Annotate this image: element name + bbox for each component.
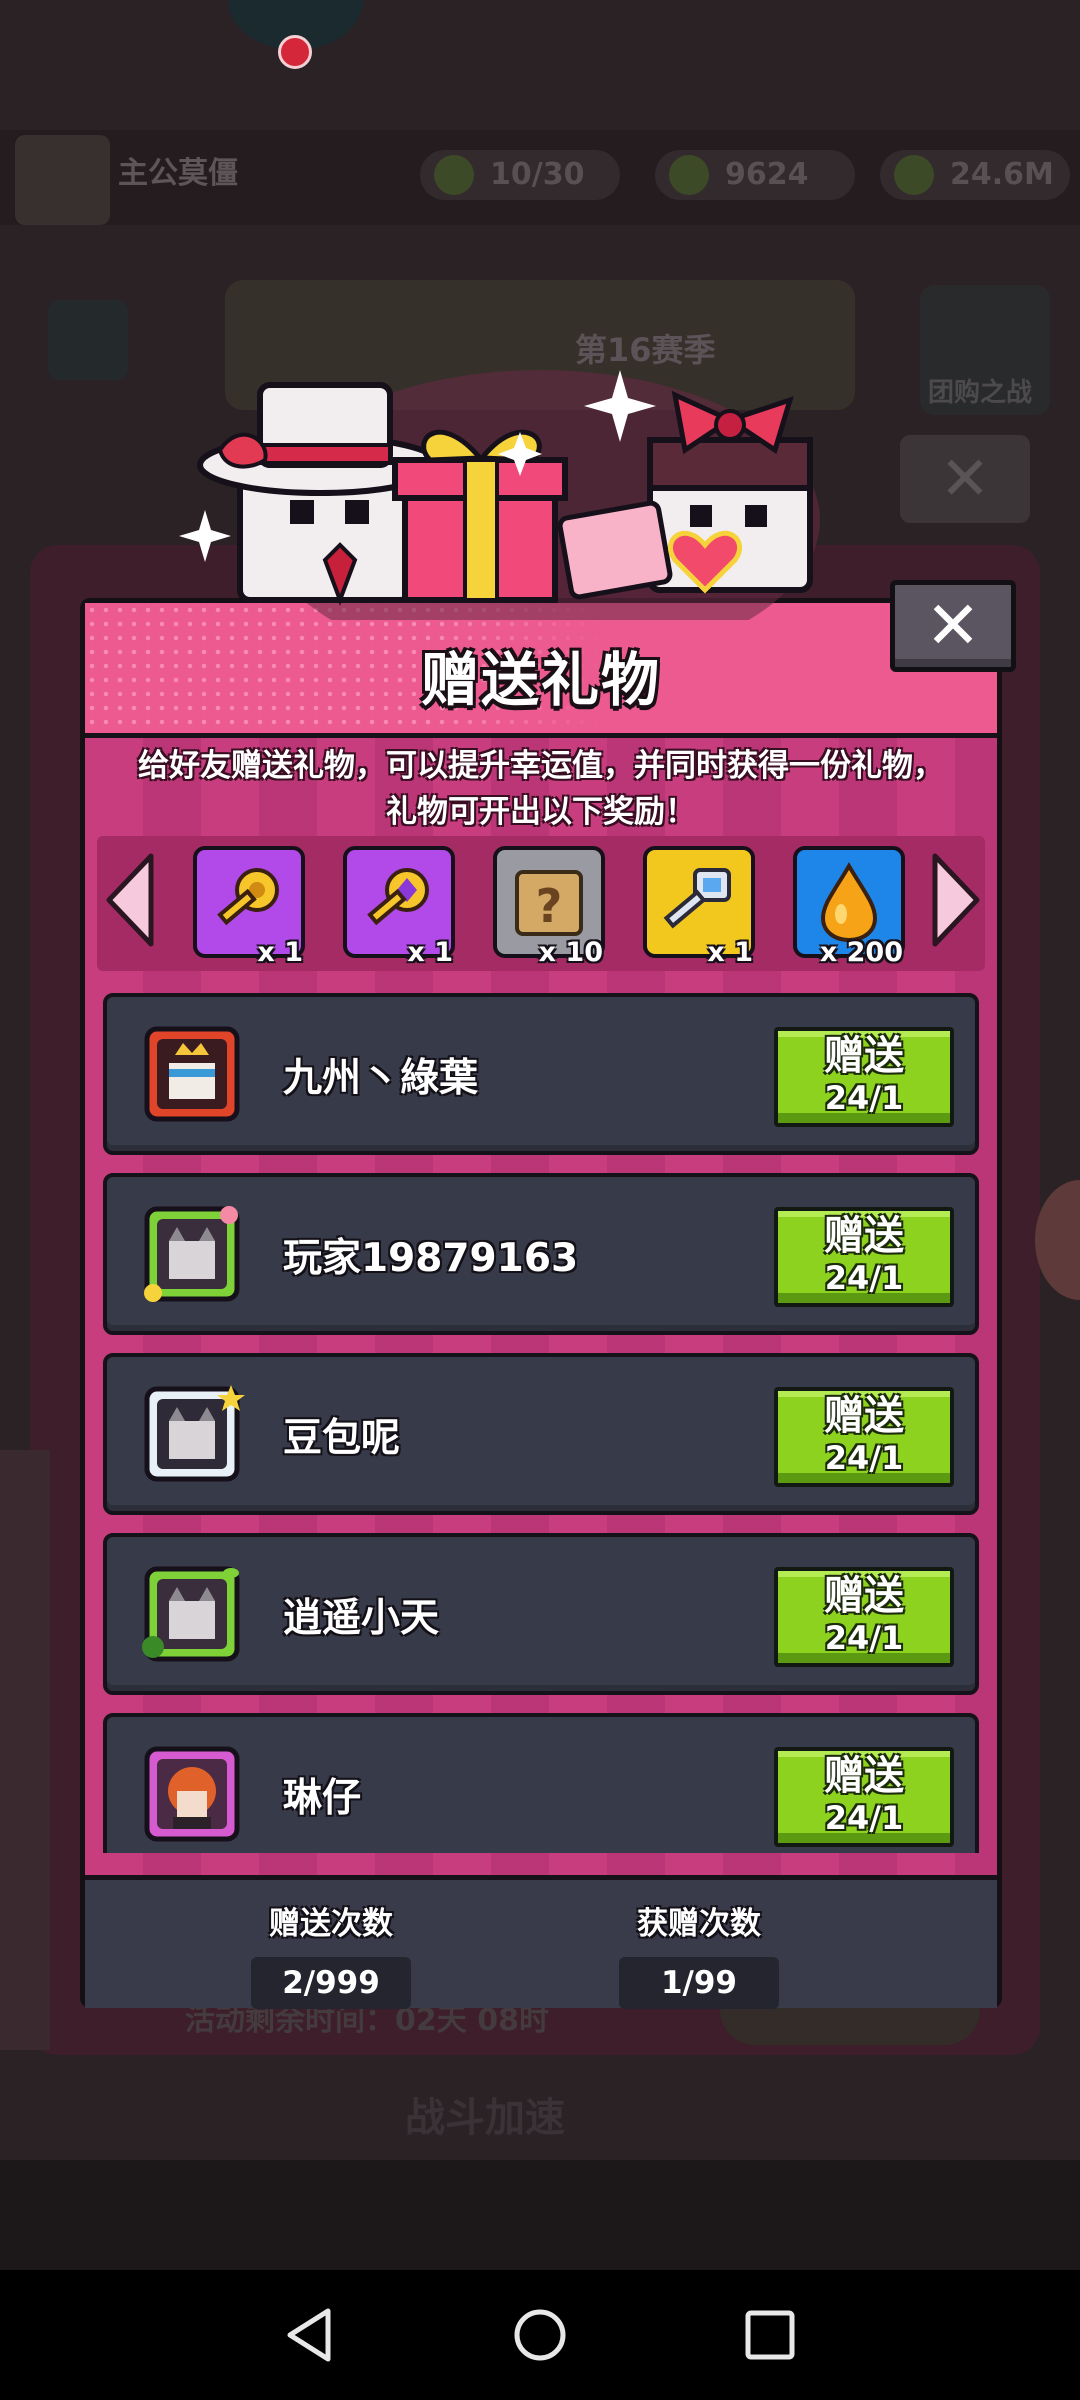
purple-key-icon xyxy=(367,868,429,926)
back-button[interactable] xyxy=(250,2270,370,2400)
player-avatar xyxy=(15,135,110,225)
gold-key-icon xyxy=(217,868,279,926)
orange-drop-icon xyxy=(820,862,878,943)
received-label: 获赠次数 xyxy=(637,1906,761,1942)
description-line-2: 礼物可开出以下奖励！ xyxy=(386,794,696,830)
gift-button[interactable]: 赠送 24/1 xyxy=(774,1567,954,1667)
dialog-description: 给好友赠送礼物，可以提升幸运值，并同时获得一份礼物， 礼物可开出以下奖励！ xyxy=(85,743,997,835)
dialog-header: 赠送礼物 xyxy=(85,603,997,738)
home-icon xyxy=(514,2309,566,2361)
friend-list[interactable]: 九州丶綠葉 赠送 24/1 玩家19879163 赠送 24/1 豆包呢 赠送 … xyxy=(103,993,979,1853)
reward-orange-drop[interactable]: x 200 xyxy=(793,846,905,968)
guild-war-label: 团购之战 xyxy=(928,378,1033,408)
arrow-left-icon[interactable] xyxy=(103,850,159,950)
friend-row: 豆包呢 赠送 24/1 xyxy=(103,1353,979,1515)
friend-avatar[interactable] xyxy=(139,1201,245,1307)
close-button[interactable]: ✕ xyxy=(890,580,1016,672)
side-fragment xyxy=(0,1450,50,2050)
gift-button[interactable]: 赠送 24/1 xyxy=(774,1027,954,1127)
reward-count: x 200 xyxy=(819,937,903,968)
gold-icon xyxy=(894,155,934,195)
received-value: 1/99 xyxy=(619,1957,779,2009)
close-icon: ✕ xyxy=(925,587,981,664)
background-close-icon: ✕ xyxy=(900,435,1030,523)
friend-name: 琳仔 xyxy=(283,1776,362,1821)
reward-count: x 1 xyxy=(407,937,453,968)
friend-row: 玩家19879163 赠送 24/1 xyxy=(103,1173,979,1335)
friend-avatar[interactable] xyxy=(139,1021,245,1127)
gift-dialog: 赠送礼物 给好友赠送礼物，可以提升幸运值，并同时获得一份礼物， 礼物可开出以下奖… xyxy=(80,598,1002,2009)
friend-avatar[interactable] xyxy=(139,1381,245,1487)
dialog-title: 赠送礼物 xyxy=(420,646,661,714)
friend-name: 逍遥小天 xyxy=(283,1596,440,1641)
reward-mystery-map[interactable]: ? x 10 xyxy=(493,846,605,968)
friend-avatar[interactable] xyxy=(139,1561,245,1667)
back-icon xyxy=(287,2308,331,2362)
friend-avatar[interactable] xyxy=(139,1741,245,1847)
energy-resource: 10/30 xyxy=(420,150,620,200)
description-line-1: 给好友赠送礼物，可以提升幸运值，并同时获得一份礼物， xyxy=(138,748,944,784)
reward-count: x 1 xyxy=(257,937,303,968)
reward-count: x 10 xyxy=(538,937,603,968)
gem-icon xyxy=(669,155,709,195)
blue-key-icon xyxy=(663,868,731,929)
battle-speed-label: 战斗加速 xyxy=(405,2095,565,2141)
gift-button[interactable]: 赠送 24/1 xyxy=(774,1207,954,1307)
recents-button[interactable] xyxy=(710,2270,830,2400)
arrow-right-icon[interactable] xyxy=(927,850,983,950)
friend-row: 九州丶綠葉 赠送 24/1 xyxy=(103,993,979,1155)
reward-purple-gem-key[interactable]: x 1 xyxy=(343,846,455,968)
friend-row: 逍遥小天 赠送 24/1 xyxy=(103,1533,979,1695)
received-stat: 获赠次数 1/99 xyxy=(589,1898,809,2009)
friend-name: 玩家19879163 xyxy=(283,1236,579,1281)
recents-icon xyxy=(745,2310,795,2360)
reward-count: x 1 xyxy=(707,937,753,968)
gem-resource: 9624 xyxy=(655,150,855,200)
bottom-nav xyxy=(0,2160,1080,2270)
season-label: 第16赛季 xyxy=(575,331,716,369)
menu-icon xyxy=(48,300,128,380)
sent-label: 赠送次数 xyxy=(269,1906,393,1942)
side-float-icon xyxy=(1035,1180,1080,1300)
sent-stat: 赠送次数 2/999 xyxy=(221,1898,441,2009)
reward-gold-key[interactable]: x 1 xyxy=(193,846,305,968)
gift-button[interactable]: 赠送 24/1 xyxy=(774,1747,954,1847)
notification-dot xyxy=(278,35,312,69)
player-name: 主公莫僵 xyxy=(118,156,238,191)
friend-name: 九州丶綠葉 xyxy=(283,1056,479,1101)
season-panel xyxy=(225,280,855,410)
reward-strip: x 1 x 1 ? x 10 x 1 x 200 xyxy=(97,836,985,971)
sent-value: 2/999 xyxy=(251,1957,411,2009)
reward-blue-key[interactable]: x 1 xyxy=(643,846,755,968)
energy-icon xyxy=(434,155,474,195)
gold-resource: 24.6M xyxy=(880,150,1070,200)
svg-text:?: ? xyxy=(536,879,563,933)
mystery-map-icon: ? xyxy=(515,870,583,936)
friend-name: 豆包呢 xyxy=(283,1416,401,1461)
system-nav-bar xyxy=(0,2270,1080,2400)
dialog-footer: 赠送次数 2/999 获赠次数 1/99 xyxy=(85,1875,997,2009)
home-button[interactable] xyxy=(480,2270,600,2400)
gift-button[interactable]: 赠送 24/1 xyxy=(774,1387,954,1487)
friend-row: 琳仔 赠送 24/1 xyxy=(103,1713,979,1853)
